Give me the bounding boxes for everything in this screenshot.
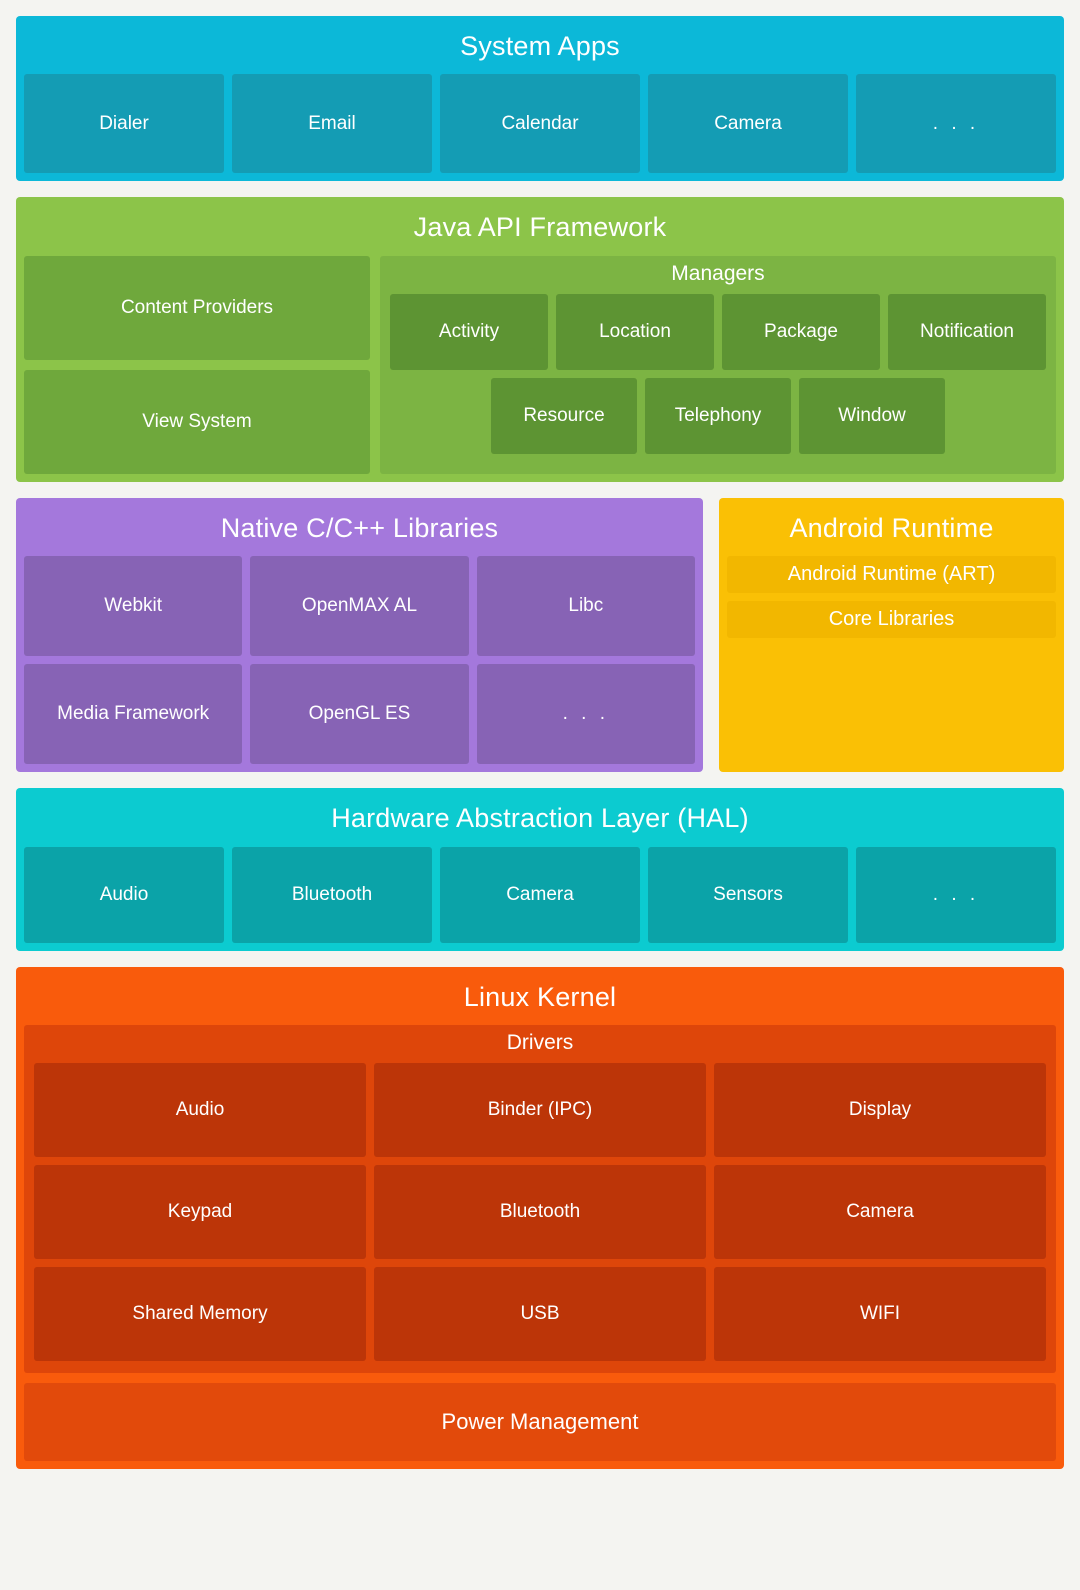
- drivers-title: Drivers: [506, 1031, 574, 1055]
- hal-sensors[interactable]: Sensors: [648, 846, 848, 943]
- layer-title-system-apps: System Apps: [460, 31, 620, 61]
- native-libraries-row-1: Webkit OpenMAX AL Libc: [24, 556, 695, 657]
- driver-camera[interactable]: Camera: [714, 1165, 1046, 1260]
- native-lib-media-framework[interactable]: Media Framework: [24, 664, 243, 765]
- layer-title-android-runtime: Android Runtime: [789, 512, 994, 543]
- layer-android-runtime: Android Runtime Android Runtime (ART) Co…: [719, 497, 1064, 773]
- framework-body: Content Providers View System Managers A…: [24, 255, 1056, 474]
- driver-binder-ipc[interactable]: Binder (IPC): [374, 1063, 706, 1158]
- driver-display[interactable]: Display: [714, 1063, 1046, 1158]
- layer-title-java-api-framework: Java API Framework: [413, 212, 667, 243]
- hal-more-ellipsis[interactable]: . . .: [856, 846, 1056, 943]
- layer-system-apps: System Apps Dialer Email Calendar Camera…: [16, 16, 1064, 182]
- hal-audio[interactable]: Audio: [24, 846, 224, 943]
- managers-container: Managers Activity Location Package Notif…: [380, 255, 1056, 474]
- manager-notification[interactable]: Notification: [888, 293, 1046, 370]
- hal-bluetooth[interactable]: Bluetooth: [232, 846, 432, 943]
- system-apps-row: Dialer Email Calendar Camera . . .: [24, 74, 1056, 174]
- android-architecture-diagram: System Apps Dialer Email Calendar Camera…: [0, 0, 1080, 1590]
- runtime-core-libraries[interactable]: Core Libraries: [727, 601, 1056, 639]
- drivers-container: Drivers Audio Binder (IPC) Display Keypa…: [24, 1025, 1056, 1374]
- android-runtime-stack: Android Runtime (ART) Core Libraries: [727, 556, 1056, 639]
- app-camera[interactable]: Camera: [648, 74, 848, 174]
- layer-linux-kernel: Linux Kernel Drivers Audio Binder (IPC) …: [16, 966, 1064, 1470]
- driver-wifi[interactable]: WIFI: [714, 1267, 1046, 1362]
- block-view-system[interactable]: View System: [24, 369, 370, 474]
- layer-native-libraries: Native C/C++ Libraries Webkit OpenMAX AL…: [16, 497, 703, 773]
- managers-row-2: Resource Telephony Window: [390, 377, 1046, 454]
- native-lib-webkit[interactable]: Webkit: [24, 556, 243, 657]
- driver-usb[interactable]: USB: [374, 1267, 706, 1362]
- layer-java-api-framework: Java API Framework Content Providers Vie…: [16, 197, 1064, 482]
- manager-telephony[interactable]: Telephony: [645, 377, 791, 454]
- app-dialer[interactable]: Dialer: [24, 74, 224, 174]
- app-calendar[interactable]: Calendar: [440, 74, 640, 174]
- managers-title: Managers: [671, 261, 765, 285]
- block-content-providers[interactable]: Content Providers: [24, 255, 370, 360]
- hal-camera[interactable]: Camera: [440, 846, 640, 943]
- manager-package[interactable]: Package: [722, 293, 880, 370]
- native-lib-libc[interactable]: Libc: [476, 556, 695, 657]
- drivers-row-1: Audio Binder (IPC) Display: [34, 1063, 1046, 1158]
- driver-bluetooth[interactable]: Bluetooth: [374, 1165, 706, 1260]
- layer-hardware-abstraction: Hardware Abstraction Layer (HAL) Audio B…: [16, 788, 1064, 951]
- manager-resource[interactable]: Resource: [491, 377, 637, 454]
- managers-row-1: Activity Location Package Notification: [390, 293, 1046, 370]
- manager-window[interactable]: Window: [799, 377, 945, 454]
- app-email[interactable]: Email: [232, 74, 432, 174]
- app-more-ellipsis[interactable]: . . .: [856, 74, 1056, 174]
- native-libraries-row-2: Media Framework OpenGL ES . . .: [24, 664, 695, 765]
- native-lib-opengl-es[interactable]: OpenGL ES: [250, 664, 469, 765]
- layer-title-native-libraries: Native C/C++ Libraries: [220, 512, 499, 543]
- framework-left-column: Content Providers View System: [24, 255, 370, 474]
- driver-shared-memory[interactable]: Shared Memory: [34, 1267, 366, 1362]
- drivers-row-2: Keypad Bluetooth Camera: [34, 1165, 1046, 1260]
- layer-title-hal: Hardware Abstraction Layer (HAL): [331, 803, 749, 834]
- driver-keypad[interactable]: Keypad: [34, 1165, 366, 1260]
- manager-activity[interactable]: Activity: [390, 293, 548, 370]
- native-lib-more-ellipsis[interactable]: . . .: [476, 664, 695, 765]
- middle-layers-wrapper: Native C/C++ Libraries Webkit OpenMAX AL…: [16, 497, 1064, 773]
- hal-modules-row: Audio Bluetooth Camera Sensors . . .: [24, 846, 1056, 943]
- runtime-art[interactable]: Android Runtime (ART): [727, 556, 1056, 594]
- manager-location[interactable]: Location: [556, 293, 714, 370]
- drivers-row-3: Shared Memory USB WIFI: [34, 1267, 1046, 1362]
- native-lib-openmax-al[interactable]: OpenMAX AL: [250, 556, 469, 657]
- driver-audio[interactable]: Audio: [34, 1063, 366, 1158]
- power-management-block[interactable]: Power Management: [24, 1383, 1056, 1462]
- layer-title-linux-kernel: Linux Kernel: [463, 981, 617, 1012]
